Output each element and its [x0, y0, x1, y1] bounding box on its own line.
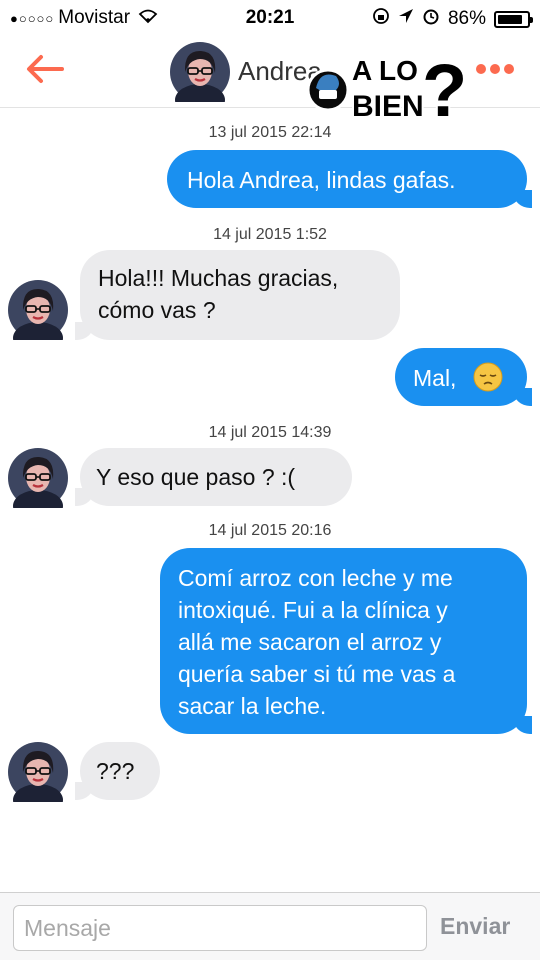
- message-input[interactable]: [13, 905, 427, 951]
- battery-percent: 86%: [447, 8, 486, 29]
- send-button[interactable]: Enviar: [440, 913, 510, 940]
- message-line: cómo vas ?: [98, 297, 216, 323]
- contact-avatar[interactable]: [170, 42, 230, 102]
- message-line: quería saber si tú me vas a: [178, 661, 456, 687]
- location-icon: [398, 8, 414, 30]
- message-line: Comí arroz con leche y me: [178, 565, 453, 591]
- more-options-button[interactable]: [476, 64, 514, 74]
- alarm-icon: [422, 7, 440, 31]
- incoming-message[interactable]: Y eso que paso ? :(: [75, 448, 352, 506]
- message-line: allá me sacaron el arroz y: [178, 629, 442, 655]
- message-text: Hola Andrea, lindas gafas.: [187, 167, 456, 193]
- message-composer: Enviar: [0, 892, 540, 960]
- message-timestamp: 14 jul 2015 20:16: [208, 522, 332, 539]
- message-line: intoxiqué. Fui a la clínica y: [178, 597, 448, 623]
- status-bar: ●○○○○ Movistar 20:21 86%: [0, 0, 540, 36]
- message-line: sacar la leche.: [178, 693, 327, 719]
- message-line: Hola!!! Muchas gracias,: [98, 265, 339, 291]
- pensive-face-icon: [473, 362, 503, 392]
- battery-level-fill: [498, 14, 523, 24]
- contact-avatar-icon: [8, 280, 68, 340]
- message-timestamp: 14 jul 2015 14:39: [208, 424, 332, 441]
- rotation-lock-icon: [372, 7, 390, 31]
- incoming-message[interactable]: Hola!!! Muchas gracias, cómo vas ?: [75, 250, 400, 340]
- logo-question-mark: ?: [422, 49, 467, 122]
- menu-dot: [504, 64, 514, 74]
- menu-dot: [490, 64, 500, 74]
- back-button[interactable]: [22, 46, 68, 92]
- watermark-logo: A LO BIEN ?: [302, 40, 478, 134]
- incoming-message[interactable]: ???: [75, 742, 160, 800]
- message-text: ???: [96, 758, 135, 784]
- outgoing-message[interactable]: Hola Andrea, lindas gafas.: [167, 150, 532, 208]
- contact-avatar-icon: [8, 448, 68, 508]
- logo-line1: A LO: [352, 55, 418, 86]
- back-arrow-icon: [27, 55, 64, 83]
- contact-avatar-icon: [8, 742, 68, 802]
- battery-icon: [494, 10, 533, 28]
- outgoing-message[interactable]: Comí arroz con leche y me intoxiqué. Fui…: [160, 548, 532, 734]
- avatar-icon: [170, 42, 230, 102]
- status-right: 86%: [372, 7, 533, 31]
- outgoing-message[interactable]: Mal,: [395, 348, 532, 406]
- message-text: Y eso que paso ? :(: [96, 464, 296, 490]
- message-timestamp: 13 jul 2015 22:14: [208, 124, 332, 141]
- logo-line2: BIEN: [352, 90, 424, 122]
- message-timestamp: 14 jul 2015 1:52: [213, 226, 327, 243]
- message-text: Mal,: [413, 365, 457, 391]
